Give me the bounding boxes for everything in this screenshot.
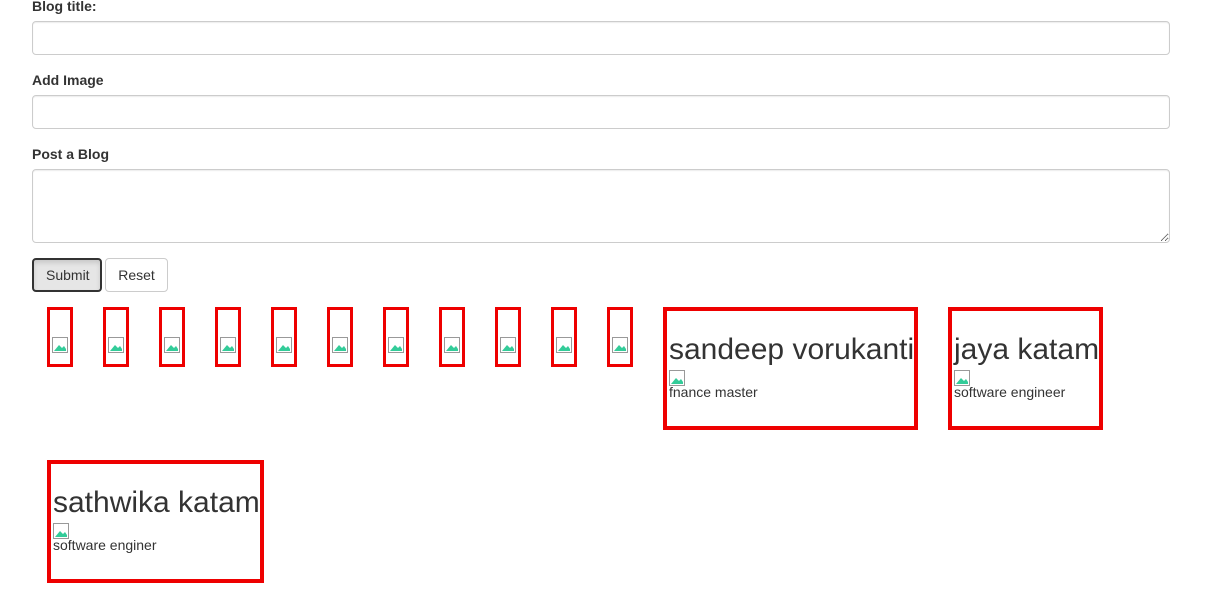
reset-button[interactable]: Reset [105,258,168,292]
thumbnail-card [495,307,521,367]
thumbnail-card [607,307,633,367]
blog-card-role: software enginer [53,537,157,553]
blog-title-input[interactable] [32,21,1170,55]
blog-card-name: jaya katam [954,333,1100,366]
broken-image-icon [220,337,236,353]
thumbnail-card [103,307,129,367]
thumbnail-card [271,307,297,367]
add-image-label: Add Image [32,72,104,88]
broken-image-icon [500,337,516,353]
thumbnail-card [439,307,465,367]
broken-image-icon [444,337,460,353]
blog-card-name: sathwika katam [53,486,260,519]
broken-image-icon [164,337,180,353]
blog-card-role: software engineer [954,384,1066,400]
broken-image-icon [52,337,68,353]
broken-image-icon [612,337,628,353]
broken-image-icon [276,337,292,353]
post-blog-textarea[interactable] [32,169,1170,243]
blog-card-name: sandeep vorukanti [669,333,915,366]
blog-card: jaya katam software engineer [948,307,1103,430]
broken-image-icon [332,337,348,353]
thumbnail-card [215,307,241,367]
blog-card: sandeep vorukanti fnance master [663,307,918,430]
blog-title-label: Blog title: [32,0,97,14]
blog-card-role: fnance master [669,384,758,400]
post-blog-label: Post a Blog [32,146,110,162]
thumbnail-card [327,307,353,367]
broken-image-icon [556,337,572,353]
thumbnail-card [47,307,73,367]
add-image-input[interactable] [32,95,1170,129]
thumbnail-card [551,307,577,367]
submit-button[interactable]: Submit [32,258,102,292]
broken-image-icon [108,337,124,353]
thumbnail-card [159,307,185,367]
broken-image-icon [388,337,404,353]
thumbnail-card [383,307,409,367]
blog-card: sathwika katam software enginer [47,460,264,583]
